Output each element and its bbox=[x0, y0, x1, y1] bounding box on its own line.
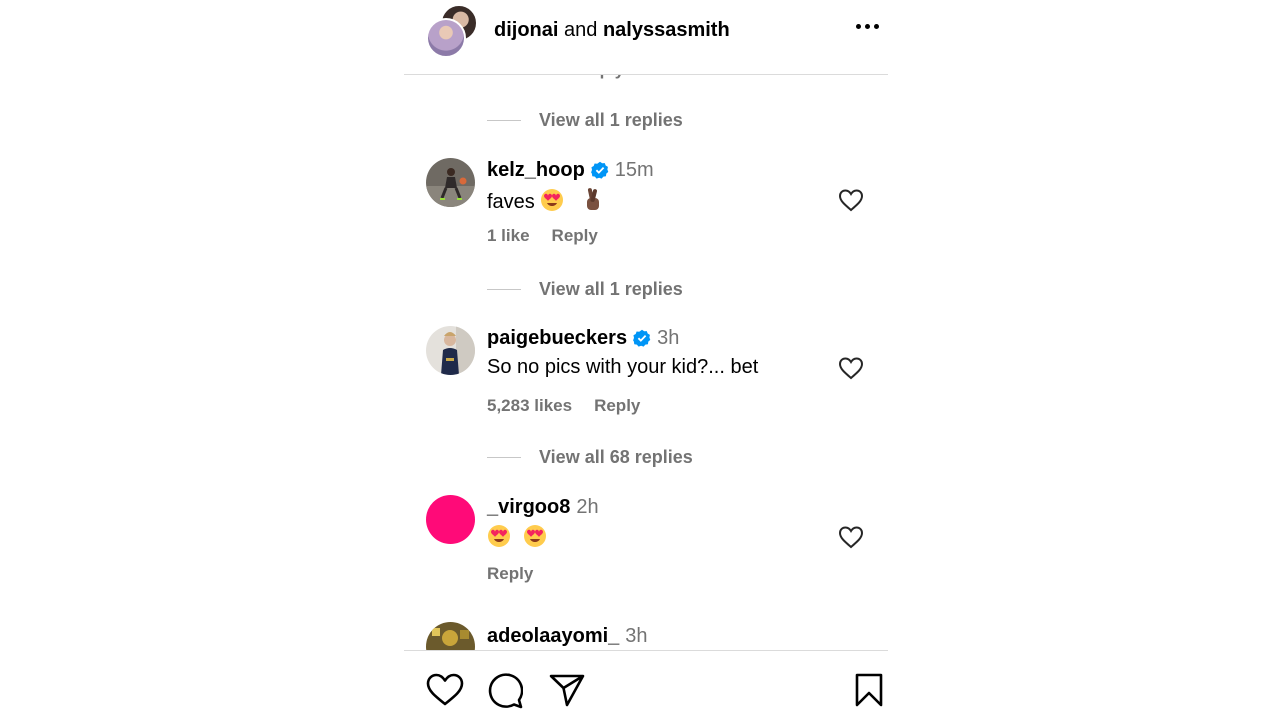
crossed-fingers-emoji-icon bbox=[586, 188, 599, 210]
like-icon[interactable] bbox=[426, 673, 464, 707]
avatar[interactable] bbox=[426, 495, 475, 544]
post-comments-panel: 206 likesReply dijonai and nalyssasmith … bbox=[404, 0, 888, 721]
comment-meta: 5,283 likes Reply bbox=[487, 396, 640, 416]
comment-header: _virgoo8 2h bbox=[487, 495, 599, 519]
comment-text: So no pics with your kid?... bet bbox=[487, 356, 759, 378]
author-link-1[interactable]: dijonai bbox=[494, 19, 558, 41]
comment-header: kelz_hoop 15m bbox=[487, 158, 654, 182]
view-replies-button[interactable]: View all 68 replies bbox=[487, 447, 693, 468]
comment-text bbox=[487, 524, 547, 551]
comment-username[interactable]: paigebueckers bbox=[487, 326, 627, 350]
heart-eyes-emoji-icon bbox=[488, 525, 510, 547]
post-header: dijonai and nalyssasmith bbox=[404, 0, 888, 75]
comment-icon[interactable] bbox=[487, 673, 523, 709]
comment-item: adeolaayomi_ 3h bbox=[426, 622, 888, 650]
divider bbox=[487, 120, 521, 121]
comment-time: 2h bbox=[576, 496, 599, 518]
author-link-2[interactable]: nalyssasmith bbox=[603, 19, 730, 41]
verified-badge-icon bbox=[590, 161, 609, 179]
comment-username[interactable]: adeolaayomi_ bbox=[487, 624, 619, 648]
view-replies-button[interactable]: View all 1 replies bbox=[487, 110, 683, 131]
view-replies-button[interactable]: View all 1 replies bbox=[487, 279, 683, 300]
comment-likes[interactable]: 5,283 likes bbox=[487, 396, 572, 415]
heart-icon[interactable] bbox=[838, 525, 864, 549]
comment-meta: 1 like Reply bbox=[487, 226, 598, 246]
author-conjunction: and bbox=[564, 19, 598, 41]
comment-time: 15m bbox=[614, 159, 654, 181]
comment-header: paigebueckers 3h bbox=[487, 326, 679, 350]
view-replies-label: View all 1 replies bbox=[539, 279, 683, 299]
reply-button[interactable]: Reply bbox=[594, 396, 640, 415]
view-replies-label: View all 1 replies bbox=[539, 110, 683, 130]
save-icon[interactable] bbox=[854, 673, 884, 707]
comment-meta: Reply bbox=[487, 564, 533, 584]
post-action-bar bbox=[404, 650, 888, 721]
comment-time: 3h bbox=[625, 625, 648, 647]
avatar[interactable] bbox=[426, 622, 475, 650]
comment-username[interactable]: _virgoo8 bbox=[487, 495, 570, 519]
comment-username[interactable]: kelz_hoop bbox=[487, 158, 585, 182]
avatar bbox=[426, 18, 466, 58]
heart-icon[interactable] bbox=[838, 356, 864, 380]
collab-avatars[interactable] bbox=[426, 4, 478, 58]
reply-button[interactable]: Reply bbox=[552, 226, 598, 245]
divider bbox=[487, 457, 521, 458]
comment-time: 3h bbox=[657, 327, 680, 349]
comment-text: faves bbox=[487, 186, 604, 215]
divider bbox=[487, 289, 521, 290]
avatar[interactable] bbox=[426, 326, 475, 375]
avatar[interactable] bbox=[426, 158, 475, 207]
heart-eyes-emoji-icon bbox=[523, 525, 546, 547]
comment-header: adeolaayomi_ 3h bbox=[487, 624, 648, 648]
comment-likes[interactable]: 1 like bbox=[487, 226, 530, 245]
heart-icon[interactable] bbox=[838, 188, 864, 212]
comment-body: faves bbox=[487, 191, 535, 213]
heart-eyes-emoji-icon bbox=[541, 189, 564, 211]
more-horizontal-icon[interactable] bbox=[856, 18, 879, 35]
verified-badge-icon bbox=[633, 329, 651, 347]
view-replies-label: View all 68 replies bbox=[539, 447, 693, 467]
share-icon[interactable] bbox=[549, 673, 585, 707]
post-authors: dijonai and nalyssasmith bbox=[494, 18, 730, 42]
reply-button[interactable]: Reply bbox=[487, 564, 533, 583]
